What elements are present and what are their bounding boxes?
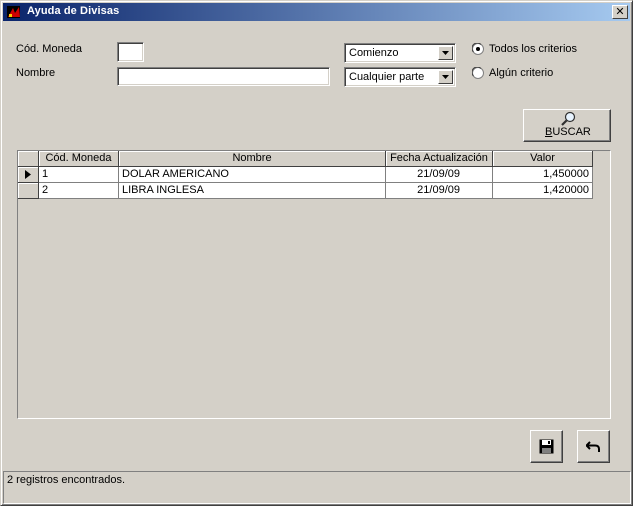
codigo-match-value: Comienzo	[349, 47, 399, 59]
row-selector[interactable]	[18, 167, 39, 183]
table-cell-codigo[interactable]: 2	[39, 183, 119, 199]
grid-corner-header	[18, 151, 39, 167]
search-button[interactable]: BUSCAR	[523, 109, 611, 142]
table-cell-codigo[interactable]: 1	[39, 167, 119, 183]
codigo-input[interactable]	[117, 42, 144, 62]
table-cell-nombre[interactable]: DOLAR AMERICANO	[119, 167, 386, 183]
chevron-down-icon	[442, 75, 449, 79]
table-cell-valor[interactable]: 1,450000	[493, 167, 593, 183]
row-pointer-icon	[25, 170, 31, 179]
table-cell-nombre[interactable]: LIBRA INGLESA	[119, 183, 386, 199]
save-button[interactable]	[530, 430, 563, 463]
chevron-down-icon	[442, 51, 449, 55]
status-bar: 2 registros encontrados.	[3, 471, 631, 504]
floppy-disk-icon	[539, 439, 554, 454]
magnifier-icon	[561, 111, 576, 126]
currency-grid[interactable]: Cód. Moneda Nombre Fecha Actualización V…	[17, 150, 611, 419]
search-button-label: BUSCAR	[545, 126, 591, 138]
window-title: Ayuda de Divisas	[27, 5, 120, 17]
column-header-valor[interactable]: Valor	[493, 151, 593, 167]
codigo-match-dropdown-button[interactable]	[438, 46, 453, 60]
codigo-label: Cód. Moneda	[16, 43, 83, 55]
status-text: 2 registros encontrados.	[7, 474, 126, 486]
radio-any-criteria[interactable]	[472, 67, 484, 79]
radio-all-label[interactable]: Todos los criterios	[489, 43, 577, 55]
nombre-match-select[interactable]: Cualquier parte	[344, 67, 456, 87]
codigo-match-select[interactable]: Comienzo	[344, 43, 456, 63]
nombre-label: Nombre	[16, 67, 56, 79]
close-icon: ✕	[615, 5, 625, 18]
column-header-nombre[interactable]: Nombre	[119, 151, 386, 167]
dialog-window: Ayuda de Divisas ✕ Cód. Moneda Nombre Co…	[0, 0, 633, 506]
nombre-match-value: Cualquier parte	[349, 71, 425, 83]
column-header-codigo[interactable]: Cód. Moneda	[39, 151, 119, 167]
radio-all-criteria[interactable]	[472, 43, 484, 55]
nombre-input[interactable]	[117, 67, 330, 86]
table-cell-fecha[interactable]: 21/09/09	[386, 183, 493, 199]
table-cell-valor[interactable]: 1,420000	[493, 183, 593, 199]
radio-any-label[interactable]: Algún criterio	[489, 67, 553, 79]
undo-button[interactable]	[577, 430, 610, 463]
undo-arrow-icon	[586, 441, 600, 452]
table-cell-fecha[interactable]: 21/09/09	[386, 167, 493, 183]
app-icon	[7, 6, 20, 18]
nombre-match-dropdown-button[interactable]	[438, 70, 453, 84]
close-button[interactable]: ✕	[612, 5, 628, 19]
title-bar[interactable]: Ayuda de Divisas ✕	[3, 3, 630, 21]
column-header-fecha[interactable]: Fecha Actualización	[386, 151, 493, 167]
row-selector[interactable]	[18, 183, 39, 199]
